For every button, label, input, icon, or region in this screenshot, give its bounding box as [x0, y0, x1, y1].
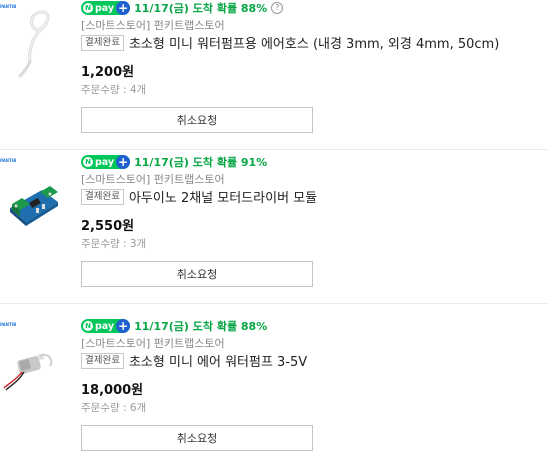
product-title-row: 결제완료 초소형 미니 에어 워터펌프 3-5V — [81, 351, 307, 370]
cancel-request-button[interactable]: 취소요청 — [81, 425, 313, 451]
delivery-estimate: 11/17(금) 도착 확률 88% — [134, 2, 268, 15]
thumb-brand-tag: PANTIB — [0, 322, 17, 327]
store-name[interactable]: [스마트스토어] 펀키트랩스토어 — [81, 335, 225, 351]
delivery-estimate: 11/17(금) 도착 확률 91% — [134, 156, 268, 169]
product-price: 1,200원 — [81, 65, 135, 80]
npay-plus-badge: N pay + — [81, 1, 131, 15]
delivery-row: N pay + 11/17(금) 도착 확률 88% ? — [81, 0, 284, 16]
cancel-request-button[interactable]: 취소요청 — [81, 107, 313, 133]
motor-driver-image — [10, 186, 58, 226]
product-title-row: 결제완료 초소형 미니 워터펌프용 에어호스 (내경 3mm, 외경 4mm, … — [81, 33, 499, 52]
npay-logo-icon: N — [83, 321, 93, 331]
product-name[interactable]: 초소형 미니 워터펌프용 에어호스 (내경 3mm, 외경 4mm, 50cm) — [129, 33, 499, 52]
product-name[interactable]: 아두이노 2채널 모터드라이버 모듈 — [129, 187, 317, 206]
divider — [0, 149, 549, 150]
cancel-request-button[interactable]: 취소요청 — [81, 261, 313, 287]
thumb-brand-tag: PANTIB — [0, 4, 17, 9]
air-pump-image — [3, 353, 53, 391]
npay-plus-badge: N pay + — [81, 155, 131, 169]
product-name[interactable]: 초소형 미니 에어 워터펌프 3-5V — [129, 351, 307, 370]
payment-status-badge: 결제완료 — [81, 188, 124, 205]
store-name[interactable]: [스마트스토어] 펀키트랩스토어 — [81, 171, 225, 187]
delivery-row: N pay + 11/17(금) 도착 확률 91% — [81, 154, 267, 170]
order-quantity: 주문수량 : 4개 — [81, 84, 147, 96]
help-icon[interactable]: ? — [271, 2, 284, 14]
thumb-brand-tag: PANTIB — [0, 158, 17, 163]
plus-icon: + — [116, 319, 131, 333]
payment-status-badge: 결제완료 — [81, 34, 124, 51]
order-quantity: 주문수량 : 3개 — [81, 238, 147, 250]
air-hose-image — [18, 10, 50, 78]
order-item: PANTIB N pay + 11/17(금) 도착 확률 88% ? [스마트… — [0, 0, 549, 150]
store-name[interactable]: [스마트스토어] 펀키트랩스토어 — [81, 17, 225, 33]
npay-logo-icon: N — [83, 3, 93, 13]
payment-status-badge: 결제완료 — [81, 352, 124, 369]
npay-logo-icon: N — [83, 157, 93, 167]
plus-icon: + — [116, 1, 131, 15]
product-price: 18,000원 — [81, 383, 144, 398]
order-quantity: 주문수량 : 6개 — [81, 402, 147, 414]
product-image-air-hose[interactable]: PANTIB — [0, 4, 64, 78]
divider — [0, 303, 549, 304]
npay-plus-badge: N pay + — [81, 319, 131, 333]
product-image-motor-driver[interactable]: PANTIB — [0, 158, 64, 232]
product-title-row: 결제완료 아두이노 2채널 모터드라이버 모듈 — [81, 187, 317, 206]
order-item: PANTIB N pay + 11/17(금) 도착 확률 91% [스마트스토… — [0, 154, 549, 304]
plus-icon: + — [116, 155, 131, 169]
order-item: PANTIB N pay + 11/17(금) 도착 확률 88% [스마트스토… — [0, 318, 549, 468]
product-price: 2,550원 — [81, 219, 135, 234]
product-image-air-pump[interactable]: PANTIB — [0, 322, 64, 396]
delivery-row: N pay + 11/17(금) 도착 확률 88% — [81, 318, 267, 334]
delivery-estimate: 11/17(금) 도착 확률 88% — [134, 320, 268, 333]
